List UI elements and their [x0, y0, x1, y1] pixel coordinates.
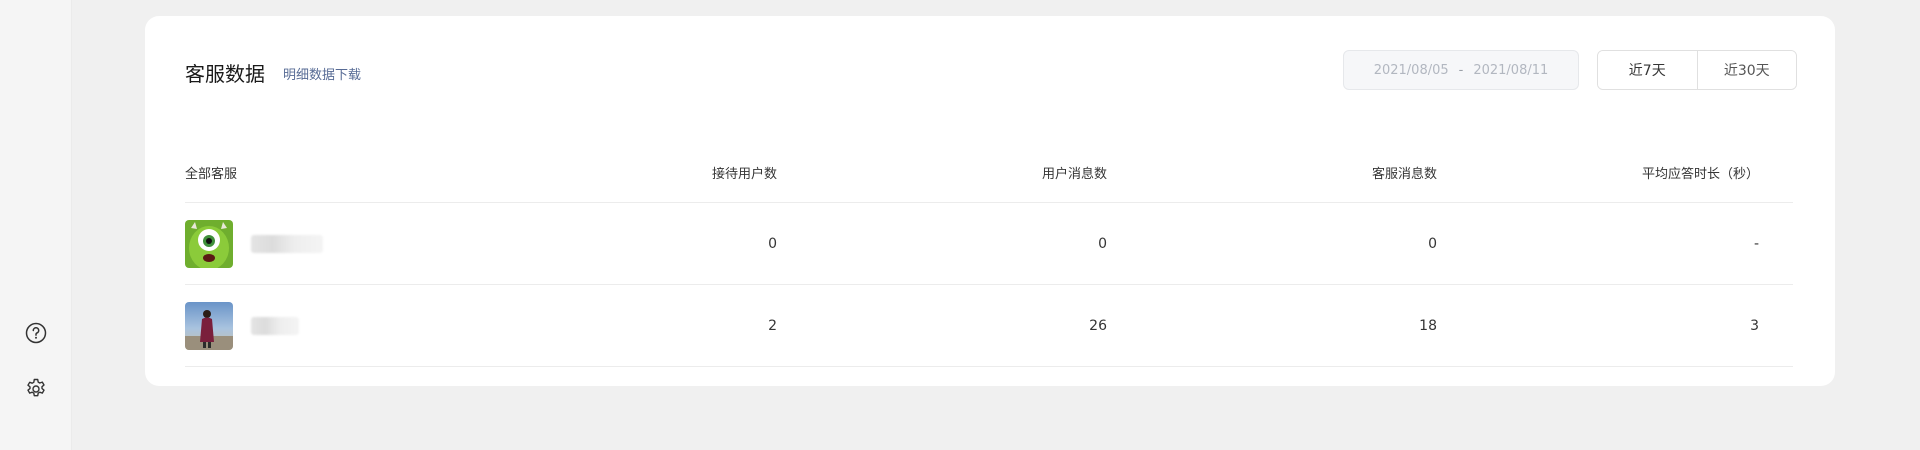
header-all-agents[interactable]: 全部客服	[185, 163, 515, 182]
header-avg-response-time: 平均应答时长（秒）	[1641, 167, 1759, 182]
table-row: 2 26 18 3	[185, 285, 1793, 367]
settings-icon[interactable]	[23, 376, 49, 402]
download-detail-link[interactable]: 明细数据下载	[283, 64, 361, 83]
table-header: 全部客服 接待用户数 用户消息数 客服消息数 平均应答时长（秒）	[185, 146, 1793, 203]
avatar	[185, 219, 233, 268]
help-icon[interactable]	[23, 320, 49, 346]
cell-agent-messages: 0	[1428, 235, 1437, 252]
table-row: 0 0 0 -	[185, 203, 1793, 285]
range-toggle-group: 近7天 近30天	[1597, 50, 1797, 90]
customer-service-data-card: 客服数据 明细数据下载 2021/08/05 - 2021/08/11 近7天 …	[145, 16, 1835, 386]
header-served-users: 接待用户数	[711, 167, 777, 182]
cell-user-messages: 0	[1098, 235, 1107, 252]
cell-user-messages: 26	[1089, 317, 1107, 334]
page-title: 客服数据	[185, 62, 265, 86]
agent-name-blurred	[251, 316, 299, 335]
cell-served-users: 0	[768, 235, 777, 252]
header-agent-messages: 客服消息数	[1371, 167, 1437, 182]
date-range-start: 2021/08/05	[1373, 62, 1449, 78]
cell-agent-messages: 18	[1419, 317, 1437, 334]
agent-stats-table: 全部客服 接待用户数 用户消息数 客服消息数 平均应答时长（秒） 0 0 0 -…	[185, 146, 1793, 367]
date-range-end: 2021/08/11	[1473, 62, 1549, 78]
last-30-days-button[interactable]: 近30天	[1696, 51, 1796, 89]
last-7-days-button[interactable]: 近7天	[1598, 51, 1697, 89]
agent-name-blurred	[251, 234, 323, 253]
date-range-separator: -	[1458, 62, 1464, 78]
cell-served-users: 2	[768, 317, 777, 334]
sidebar	[0, 0, 72, 450]
cell-avg-response: 3	[1750, 317, 1759, 334]
date-range-picker[interactable]: 2021/08/05 - 2021/08/11	[1343, 50, 1579, 90]
cell-avg-response: -	[1753, 235, 1759, 252]
avatar	[185, 301, 233, 350]
header-user-messages: 用户消息数	[1041, 167, 1107, 182]
